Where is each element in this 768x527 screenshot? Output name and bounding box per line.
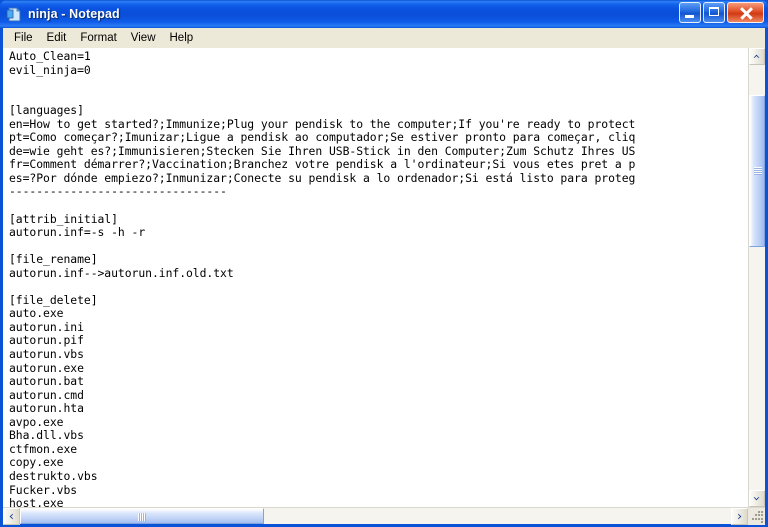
- chevron-up-icon: [753, 54, 760, 58]
- text-line: [9, 91, 748, 105]
- menu-item-file[interactable]: File: [7, 30, 40, 47]
- editor-row: Auto_Clean=1 evil_ninja=0 [languages] en=Ho…: [3, 48, 765, 507]
- scroll-right-button[interactable]: [731, 508, 748, 525]
- client-area: Auto_Clean=1 evil_ninja=0 [languages] en=Ho…: [3, 48, 765, 525]
- text-line: [languages]: [9, 103, 84, 118]
- text-line: Auto_Clean=1: [9, 49, 91, 63]
- text-editor[interactable]: Auto_Clean=1 evil_ninja=0 [languages] en=Ho…: [3, 48, 748, 507]
- text-line: [file_rename]: [9, 252, 98, 267]
- minimize-button[interactable]: [679, 2, 701, 23]
- text-line: fr=Comment démarrer?;Vaccination;Branche…: [9, 157, 636, 172]
- text-line: autorun.vbs: [9, 347, 84, 362]
- text-line: autorun.exe: [9, 360, 84, 375]
- horizontal-scroll-track[interactable]: [20, 508, 731, 524]
- vertical-scrollbar[interactable]: [748, 48, 765, 507]
- notepad-document-icon: [6, 6, 23, 23]
- menu-bar: File Edit Format View Help: [3, 28, 765, 48]
- title-bar[interactable]: ninja - Notepad: [0, 0, 768, 28]
- chevron-right-icon: [737, 513, 741, 519]
- menu-item-view[interactable]: View: [124, 30, 163, 47]
- horizontal-scroll-thumb[interactable]: [20, 508, 264, 524]
- text-line: autorun.hta: [9, 401, 84, 416]
- menu-item-help[interactable]: Help: [163, 30, 201, 47]
- text-line: autorun.pif: [9, 333, 84, 348]
- text-line: es=?Por dónde empiezo?;Inmunizar;Conecte…: [9, 170, 636, 185]
- menu-item-edit[interactable]: Edit: [40, 30, 74, 47]
- close-button[interactable]: [727, 2, 764, 23]
- vertical-scroll-track[interactable]: [749, 65, 765, 490]
- text-line: pt=Como começar?;Imunizar;Ligue a pendis…: [9, 130, 636, 145]
- caption-button-group: [679, 2, 764, 23]
- text-line: autorun.inf-->autorun.inf.old.txt: [9, 265, 234, 280]
- text-line: auto.exe: [9, 306, 64, 321]
- vertical-scroll-thumb[interactable]: [749, 95, 765, 247]
- text-line: [attrib_initial]: [9, 211, 118, 226]
- chevron-down-icon: [753, 496, 760, 500]
- text-line: Bha.dll.vbs: [9, 428, 84, 443]
- text-line: evil_ninja=0: [9, 62, 91, 77]
- menu-item-format[interactable]: Format: [73, 30, 123, 47]
- text-line: de=wie geht es?;Immunisieren;Stecken Sie…: [9, 143, 636, 158]
- text-line: en=How to get started?;Immunize;Plug you…: [9, 116, 636, 131]
- text-line: autorun.cmd: [9, 387, 84, 402]
- window-title: ninja - Notepad: [28, 7, 120, 21]
- text-line: copy.exe: [9, 455, 64, 470]
- text-line: [file_delete]: [9, 292, 98, 307]
- scroll-up-button[interactable]: [749, 48, 765, 65]
- text-line: Fucker.vbs: [9, 482, 78, 497]
- text-line: --------------------------------: [9, 184, 227, 199]
- notepad-window: ninja - Notepad File Edit Format View He…: [0, 0, 768, 527]
- scroll-left-button[interactable]: [3, 508, 20, 525]
- text-line: [9, 240, 748, 254]
- text-line: ctfmon.exe: [9, 441, 78, 456]
- horizontal-scrollbar[interactable]: [3, 507, 765, 525]
- text-line: autorun.bat: [9, 374, 84, 389]
- text-line: avpo.exe: [9, 414, 64, 429]
- text-line: autorun.ini: [9, 319, 84, 334]
- text-line: host.exe: [9, 496, 64, 507]
- resize-grip[interactable]: [748, 508, 765, 525]
- text-line: [9, 199, 748, 213]
- text-line: autorun.inf=-s -h -r: [9, 225, 146, 240]
- text-line: [9, 280, 748, 294]
- maximize-button[interactable]: [703, 2, 725, 23]
- chevron-left-icon: [9, 513, 13, 519]
- scroll-down-button[interactable]: [749, 490, 765, 507]
- text-line: destrukto.vbs: [9, 468, 98, 483]
- text-line: [9, 77, 748, 91]
